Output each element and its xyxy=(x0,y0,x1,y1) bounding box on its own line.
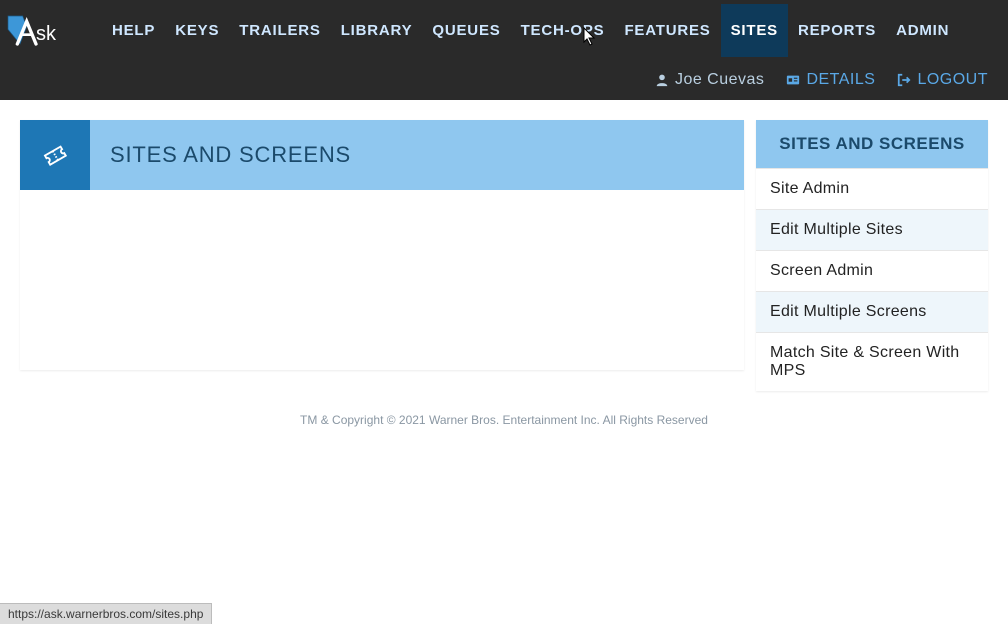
details-label: DETAILS xyxy=(806,71,875,89)
top-bar: sk HELPKEYSTRAILERSLIBRARYQUEUESTECH-OPS… xyxy=(0,0,1008,100)
side-panel-title: SITES AND SCREENS xyxy=(756,120,988,168)
logout-icon xyxy=(897,73,911,87)
logout-label: LOGOUT xyxy=(917,71,988,89)
ticket-icon xyxy=(20,120,90,190)
nav-tech-ops[interactable]: TECH-OPS xyxy=(511,4,615,57)
nav-queues[interactable]: QUEUES xyxy=(422,4,510,57)
main-panel-title: SITES AND SCREENS xyxy=(90,120,351,190)
main-panel: SITES AND SCREENS xyxy=(20,120,744,370)
id-card-icon xyxy=(786,73,800,87)
user-name-label: Joe Cuevas xyxy=(675,71,765,89)
side-item-match-site-screen-with-mps[interactable]: Match Site & Screen With MPS xyxy=(756,332,988,391)
browser-status-bar: https://ask.warnerbros.com/sites.php xyxy=(0,603,212,624)
nav-trailers[interactable]: TRAILERS xyxy=(229,4,330,57)
main-nav: HELPKEYSTRAILERSLIBRARYQUEUESTECH-OPSFEA… xyxy=(102,4,959,57)
side-panel: SITES AND SCREENS Site AdminEdit Multipl… xyxy=(756,120,988,391)
footer-text: TM & Copyright © 2021 Warner Bros. Enter… xyxy=(0,413,1008,427)
app-logo[interactable]: sk xyxy=(4,5,84,55)
svg-text:sk: sk xyxy=(36,23,57,45)
main-panel-body xyxy=(20,190,744,370)
nav-keys[interactable]: KEYS xyxy=(165,4,229,57)
side-item-edit-multiple-screens[interactable]: Edit Multiple Screens xyxy=(756,291,988,332)
nav-features[interactable]: FEATURES xyxy=(614,4,720,57)
current-user[interactable]: Joe Cuevas xyxy=(655,71,765,89)
user-row: Joe Cuevas DETAILS LOGOUT xyxy=(0,60,1008,100)
main-panel-header: SITES AND SCREENS xyxy=(20,120,744,190)
nav-row: sk HELPKEYSTRAILERSLIBRARYQUEUESTECH-OPS… xyxy=(0,0,1008,60)
content-area: SITES AND SCREENS SITES AND SCREENS Site… xyxy=(0,100,1008,411)
nav-library[interactable]: LIBRARY xyxy=(331,4,423,57)
nav-help[interactable]: HELP xyxy=(102,4,165,57)
nav-sites[interactable]: SITES xyxy=(721,4,788,57)
side-item-edit-multiple-sites[interactable]: Edit Multiple Sites xyxy=(756,209,988,250)
side-item-screen-admin[interactable]: Screen Admin xyxy=(756,250,988,291)
nav-reports[interactable]: REPORTS xyxy=(788,4,886,57)
side-item-site-admin[interactable]: Site Admin xyxy=(756,168,988,209)
user-icon xyxy=(655,73,669,87)
details-link[interactable]: DETAILS xyxy=(786,71,875,89)
nav-admin[interactable]: ADMIN xyxy=(886,4,959,57)
logout-link[interactable]: LOGOUT xyxy=(897,71,988,89)
